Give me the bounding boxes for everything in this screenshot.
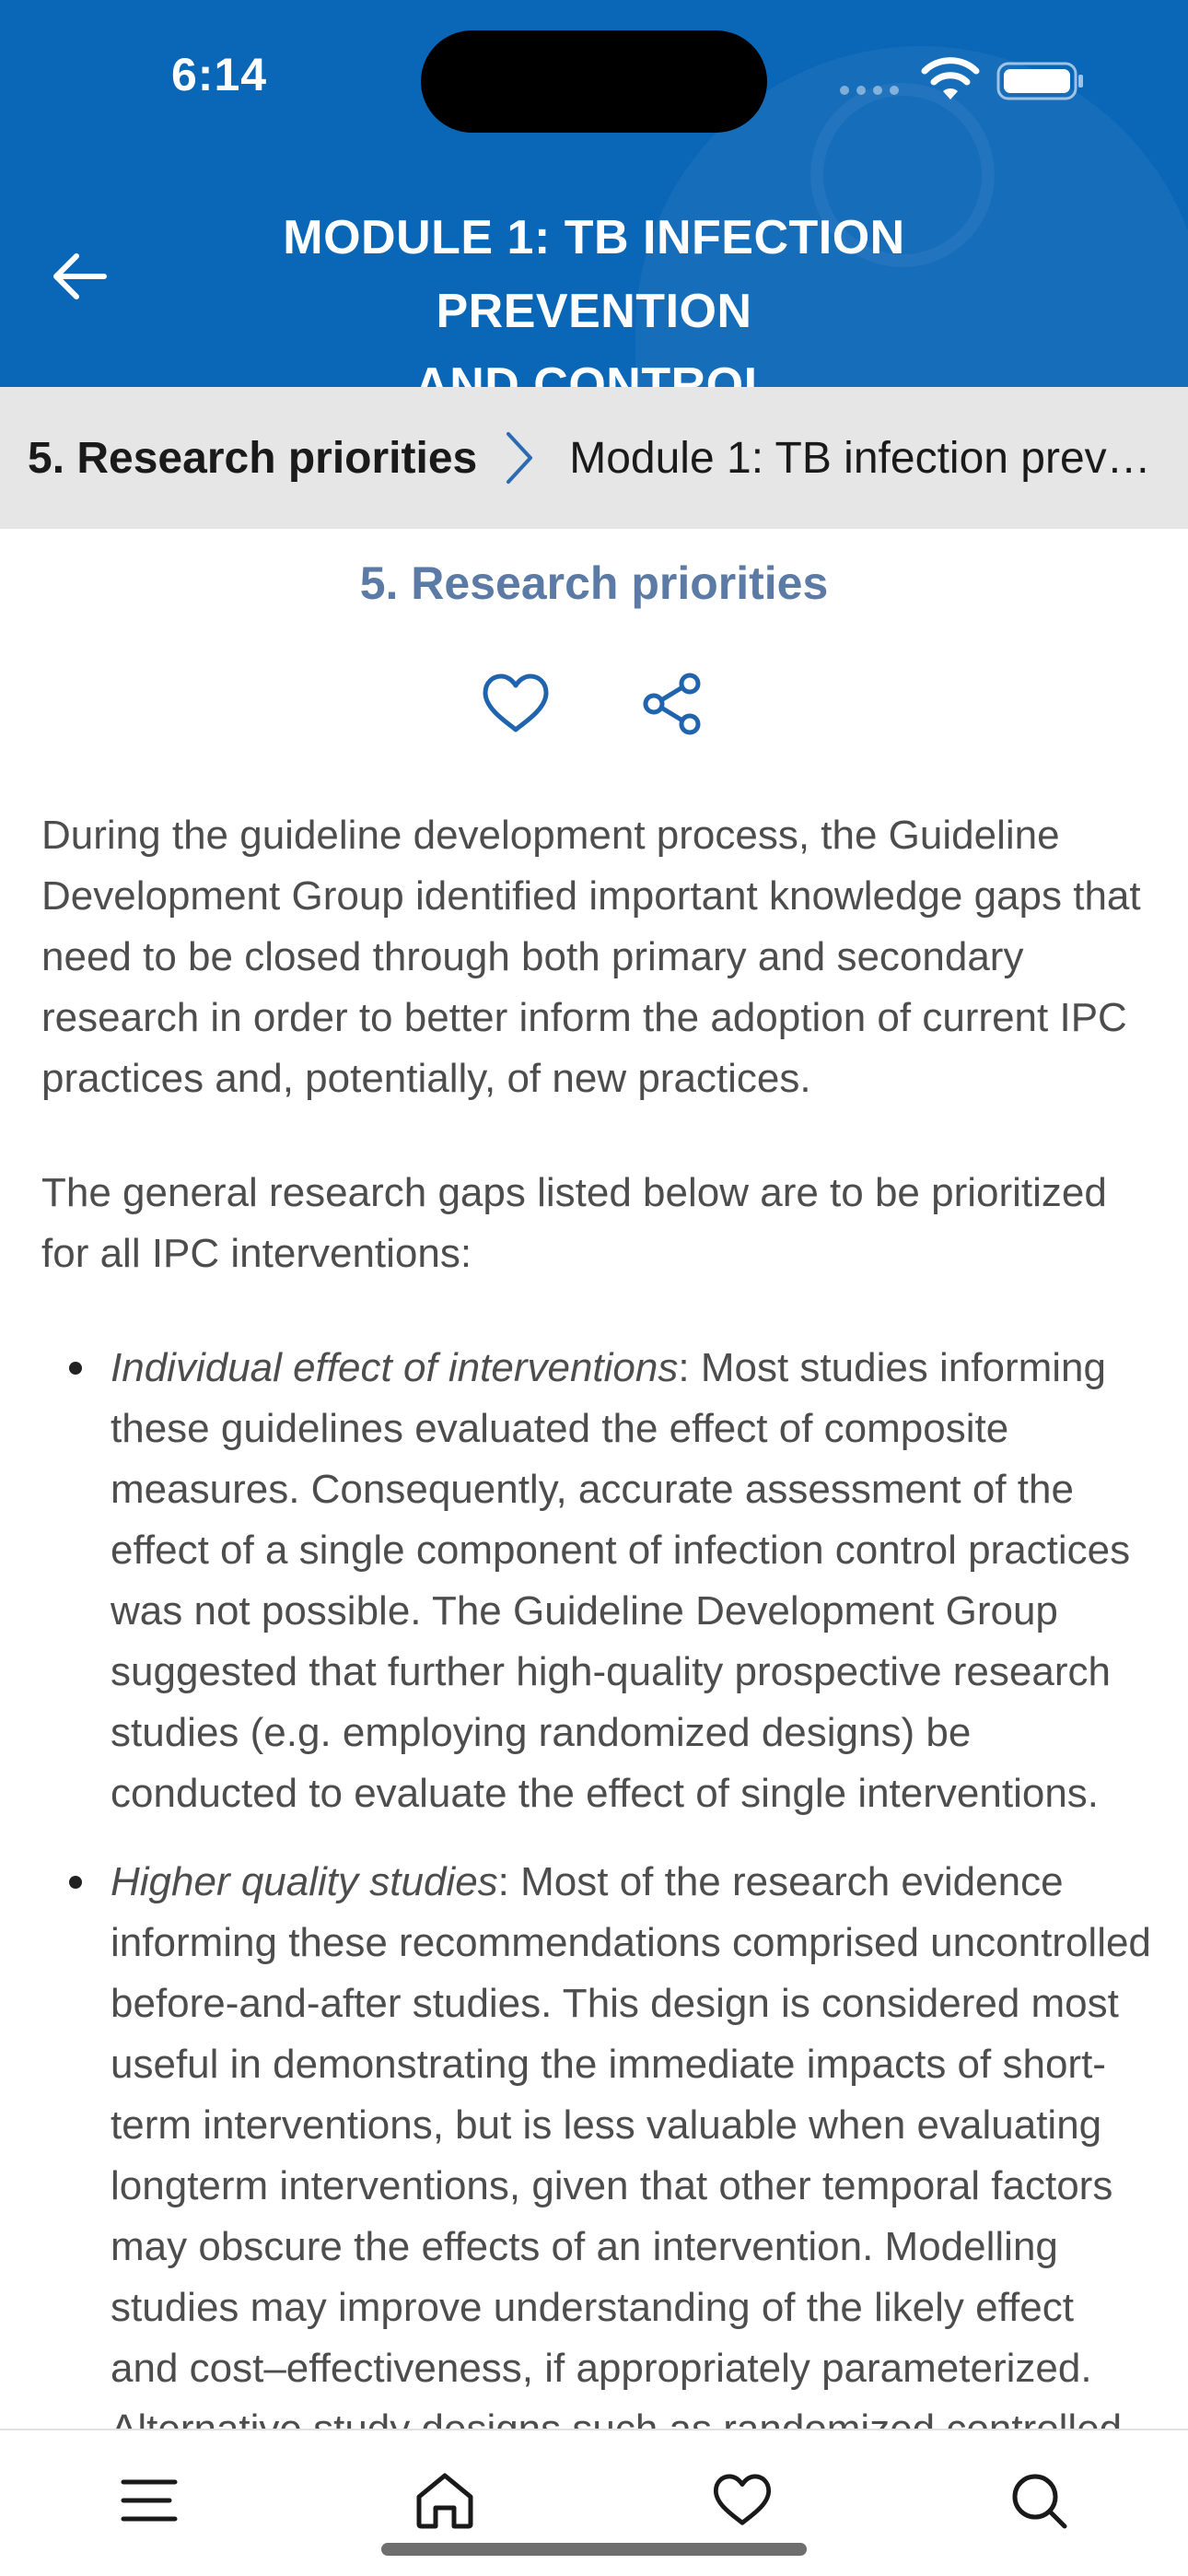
page-header-title: MODULE 1: TB INFECTION PREVENTION AND CO… (138, 201, 1050, 387)
heart-icon (713, 2474, 772, 2525)
favorite-button[interactable] (479, 667, 553, 741)
list-item-text: : Most studies informing these guideline… (111, 1345, 1131, 1816)
heart-icon (483, 673, 549, 732)
search-icon (1012, 2474, 1067, 2529)
header-title-line1: MODULE 1: TB INFECTION PREVENTION (283, 211, 905, 338)
share-button[interactable] (635, 667, 709, 741)
nav-home-button[interactable] (408, 2464, 482, 2537)
dynamic-island (421, 30, 767, 133)
bottom-navigation (0, 2429, 1188, 2576)
list-item-term: Individual effect of interventions (111, 1345, 679, 1390)
chevron-right-icon (507, 432, 533, 484)
wifi-icon (921, 57, 980, 100)
status-bar-time: 6:14 (171, 49, 268, 100)
list-item-term: Higher quality studies (111, 1859, 498, 1904)
home-icon (416, 2473, 473, 2529)
article-actions (0, 667, 1188, 741)
nav-menu-button[interactable] (112, 2464, 186, 2537)
battery-icon (996, 62, 1083, 100)
article-body: During the guideline development process… (41, 805, 1151, 2429)
breadcrumb-current[interactable]: 5. Research priorities (28, 433, 477, 484)
app-header: 6:14 MODULE 1: TB INFECTION PREVENTION A… (0, 0, 1188, 387)
list-item: Individual effect of interventions: Most… (41, 1338, 1151, 1824)
breadcrumb: 5. Research priorities Module 1: TB infe… (0, 387, 1188, 529)
share-icon (643, 673, 701, 735)
cellular-signal-icon (840, 86, 899, 95)
header-title-line2: AND CONTROL (414, 358, 774, 387)
paragraph-gaps: The general research gaps listed below a… (41, 1170, 1107, 1276)
paragraph-intro: During the guideline development process… (41, 813, 1141, 1101)
research-gaps-list: Individual effect of interventions: Most… (41, 1338, 1151, 2429)
home-indicator[interactable] (381, 2543, 807, 2556)
list-item-text: : Most of the research evidence informin… (111, 1859, 1151, 2429)
breadcrumb-parent[interactable]: Module 1: TB infection prevention and co… (569, 433, 1188, 484)
nav-favorites-button[interactable] (705, 2464, 779, 2537)
menu-icon (121, 2479, 178, 2522)
nav-search-button[interactable] (1002, 2464, 1076, 2537)
back-button[interactable] (37, 235, 120, 318)
list-item: Higher quality studies: Most of the rese… (41, 1852, 1151, 2429)
article-content[interactable]: 5. Research priorities During the guidel… (0, 529, 1188, 2429)
page-title: 5. Research priorities (359, 557, 829, 609)
back-arrow-icon (53, 253, 107, 299)
